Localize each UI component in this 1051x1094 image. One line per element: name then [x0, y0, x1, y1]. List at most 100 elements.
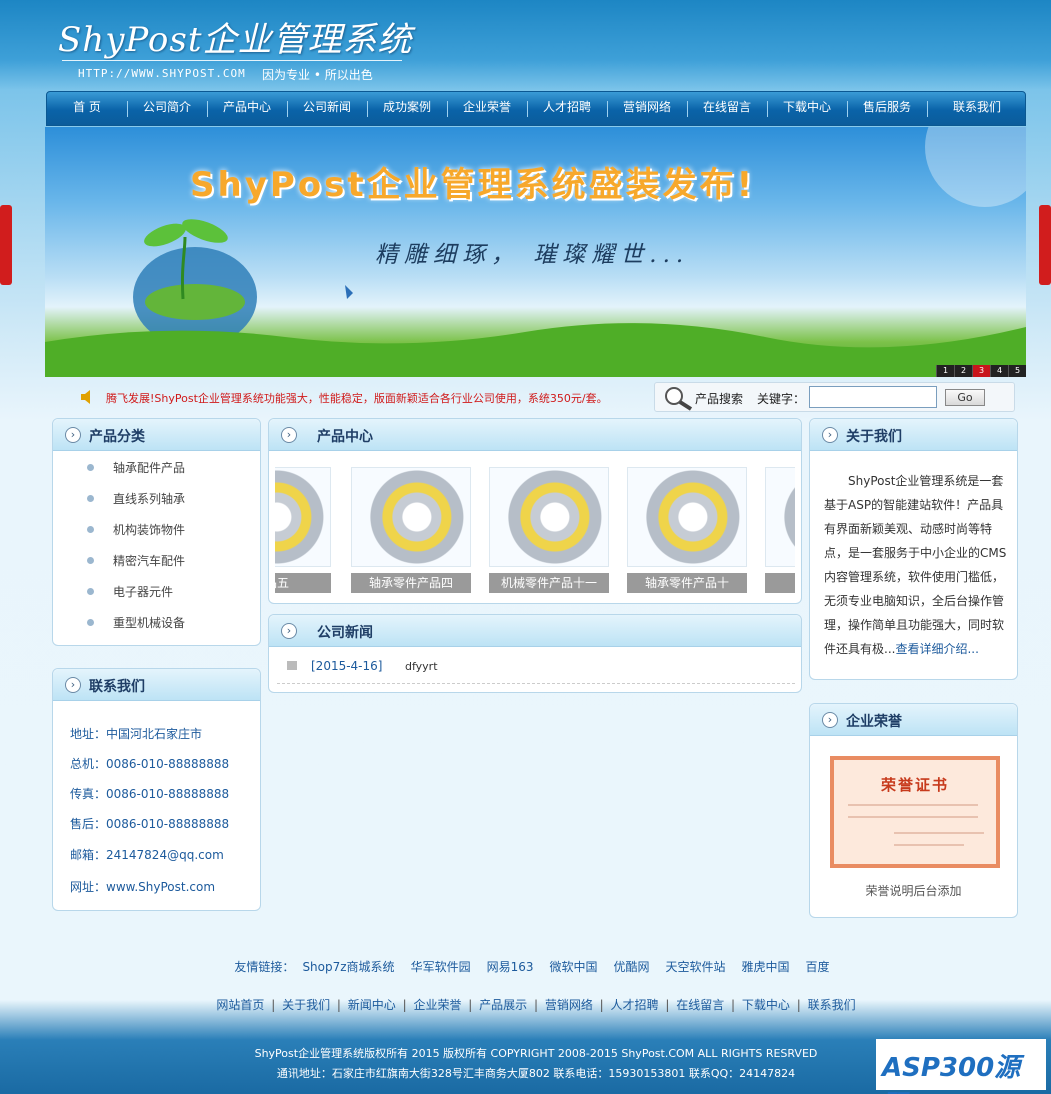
friend-link[interactable]: 百度 [806, 960, 830, 974]
news-bullet-icon [287, 661, 297, 670]
product-card[interactable]: 轴承零件产品十 [627, 467, 747, 593]
nav-separator [447, 101, 448, 117]
nav-item-4[interactable]: 公司新闻 [287, 92, 367, 125]
banner-page-5[interactable]: 5 [1008, 365, 1026, 377]
nav-item-6[interactable]: 企业荣誉 [447, 92, 527, 125]
category-item[interactable]: 精密汽车配件 [113, 552, 185, 569]
footer-nav-link[interactable]: 企业荣誉 [413, 998, 461, 1012]
nav-item-7[interactable]: 人才招聘 [527, 92, 607, 125]
about-title: 关于我们 [846, 429, 902, 445]
footer-nav-link[interactable]: 产品展示 [479, 998, 527, 1012]
category-title: 产品分类 [89, 429, 145, 445]
notice-text[interactable]: 腾飞发展!ShyPost企业管理系统功能强大，性能稳定，版面新颖适合各行业公司使… [106, 390, 608, 406]
product-strip: 产品五轴承零件产品四机械零件产品十一轴承零件产品十轴 [275, 453, 795, 601]
footer-nav-link[interactable]: 网站首页 [216, 998, 264, 1012]
product-caption[interactable]: 轴承零件产品四 [351, 573, 471, 593]
contact-box: › 联系我们 地址：中国河北石家庄市 总机：0086-010-88888888 传真… [52, 668, 261, 911]
circle-arrow-icon: › [822, 712, 838, 728]
search-input[interactable] [809, 386, 937, 408]
plus-bullet-icon [87, 619, 94, 626]
friend-link[interactable]: Shop7z商城系统 [302, 960, 394, 974]
news-box: › 公司新闻 [2015-4-16] dfyyrt [268, 614, 802, 693]
footer-nav-link[interactable]: 新闻中心 [348, 998, 396, 1012]
product-image[interactable] [351, 467, 471, 567]
footer-nav-separator: | [792, 998, 805, 1012]
news-header: › 公司新闻 [269, 615, 801, 647]
news-date: [2015-4-16] [311, 659, 383, 673]
friend-link[interactable]: 网易163 [487, 960, 534, 974]
product-title: 产品中心 [317, 429, 373, 445]
search-go-button[interactable]: Go [945, 389, 985, 406]
footer-nav-link[interactable]: 人才招聘 [611, 998, 659, 1012]
plus-bullet-icon [87, 526, 94, 533]
product-image[interactable] [765, 467, 795, 567]
nav-separator [767, 101, 768, 117]
main-nav: 首 页公司简介 产品中心 公司新闻 成功案例 企业荣誉 人才招聘 营销网络 在线留言 下载中心售… [46, 91, 1026, 126]
product-card[interactable]: 产品五 [275, 467, 331, 593]
nav-separator [287, 101, 288, 117]
product-caption[interactable]: 轴 [765, 573, 795, 593]
about-more-link[interactable]: 查看详细介绍... [895, 642, 978, 656]
banner-page-4[interactable]: 4 [990, 365, 1008, 377]
category-item[interactable]: 电子器元件 [113, 583, 173, 600]
banner-page-1[interactable]: 1 [936, 365, 954, 377]
nav-item-11[interactable]: 售后服务 [847, 92, 927, 125]
product-card[interactable]: 机械零件产品十一 [489, 467, 609, 593]
footer-nav-separator: | [464, 998, 477, 1012]
nav-item-8[interactable]: 营销网络 [607, 92, 687, 125]
product-image[interactable] [627, 467, 747, 567]
news-item-title[interactable]: dfyyrt [405, 660, 438, 673]
circle-arrow-icon: › [281, 623, 297, 639]
product-caption[interactable]: 产品五 [275, 573, 331, 593]
footer-nav-link[interactable]: 下载中心 [742, 998, 790, 1012]
category-item[interactable]: 直线系列轴承 [113, 490, 185, 507]
product-image[interactable] [275, 467, 331, 567]
notice-bar: 腾飞发展!ShyPost企业管理系统功能强大，性能稳定，版面新颖适合各行业公司使… [46, 382, 1026, 412]
footer-nav-link[interactable]: 营销网络 [545, 998, 593, 1012]
product-card[interactable]: 轴 [765, 467, 795, 593]
nav-item-3[interactable]: 产品中心 [207, 92, 287, 125]
nav-item-9[interactable]: 在线留言 [687, 92, 767, 125]
plus-bullet-icon [87, 588, 94, 595]
product-box: › 产品中心 产品五轴承零件产品四机械零件产品十一轴承零件产品十轴 [268, 418, 802, 604]
friend-link[interactable]: 华军软件园 [411, 960, 471, 974]
nav-item-5[interactable]: 成功案例 [367, 92, 447, 125]
nav-item-2[interactable]: 公司简介 [127, 92, 207, 125]
online-service-left-tab[interactable] [0, 205, 12, 285]
product-caption[interactable]: 机械零件产品十一 [489, 573, 609, 593]
product-caption[interactable]: 轴承零件产品十 [627, 573, 747, 593]
speaker-icon [81, 390, 90, 404]
circle-arrow-icon: › [822, 427, 838, 443]
category-item[interactable]: 轴承配件产品 [113, 459, 185, 476]
about-box: › 关于我们 ShyPost企业管理系统是一套基于ASP的智能建站软件！产品具有… [809, 418, 1018, 680]
banner-page-2[interactable]: 2 [954, 365, 972, 377]
friend-link[interactable]: 天空软件站 [666, 960, 726, 974]
friend-link[interactable]: 雅虎中国 [742, 960, 790, 974]
friend-link[interactable]: 优酷网 [614, 960, 650, 974]
certificate-image[interactable]: 荣誉证书 [830, 756, 1000, 868]
contact-line: 网址：www.ShyPost.com [70, 880, 216, 894]
site-logo[interactable]: ShyPost企业管理系统 [58, 12, 412, 61]
friend-links: 友情链接： Shop7z商城系统 华军软件园 网易163 微软中国 优酷网 天空软件站 雅虎中… [46, 958, 1026, 975]
footer-nav-separator: | [727, 998, 739, 1012]
footer-nav-separator: | [661, 998, 674, 1012]
footer-nav-link[interactable]: 关于我们 [282, 998, 330, 1012]
product-image[interactable] [489, 467, 609, 567]
footer-nav-link[interactable]: 在线留言 [676, 998, 724, 1012]
product-card[interactable]: 轴承零件产品四 [351, 467, 471, 593]
category-item[interactable]: 机构装饰物件 [113, 521, 185, 538]
nav-separator [207, 101, 208, 117]
nav-item-12[interactable]: 联系我们 [927, 92, 1027, 125]
footer-nav-link[interactable]: 联系我们 [808, 998, 856, 1012]
online-service-right-tab[interactable] [1039, 205, 1051, 285]
contact-line: 传真：0086-010-88888888 [70, 787, 230, 801]
magnifier-icon [665, 387, 693, 411]
nav-item-1[interactable]: 首 页 [47, 92, 127, 125]
footer-nav-separator: | [595, 998, 608, 1012]
category-item[interactable]: 重型机械设备 [113, 614, 185, 631]
footer-nav-separator: | [333, 998, 345, 1012]
friend-link[interactable]: 微软中国 [549, 960, 597, 974]
nav-item-10[interactable]: 下载中心 [767, 92, 847, 125]
banner-page-3[interactable]: 3 [972, 365, 990, 377]
watermark-logo: ASP300源码 [876, 1039, 1046, 1094]
